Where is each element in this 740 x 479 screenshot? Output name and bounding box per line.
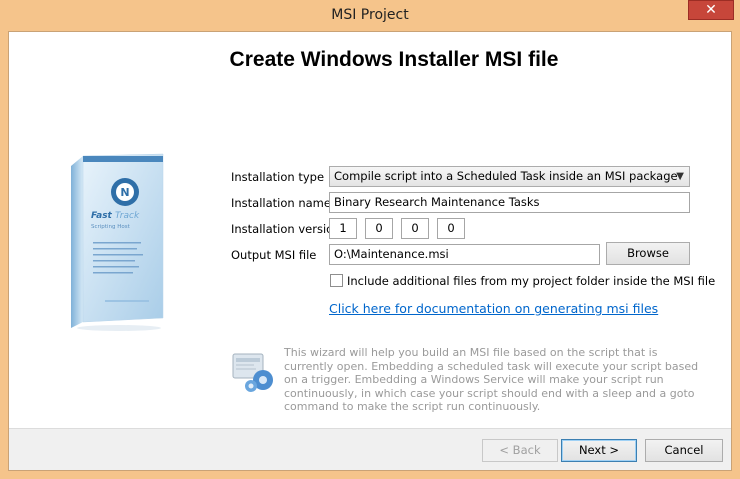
wizard-client-area: Create Windows Installer MSI file N Fast… bbox=[8, 31, 732, 471]
product-brand-line1: Fast bbox=[91, 211, 113, 221]
browse-button[interactable]: Browse bbox=[606, 242, 690, 265]
cancel-button[interactable]: Cancel bbox=[645, 439, 723, 462]
installation-type-value: Compile script into a Scheduled Task ins… bbox=[334, 169, 678, 183]
back-button[interactable]: < Back bbox=[482, 439, 558, 462]
wizard-info-text: This wizard will help you build an MSI f… bbox=[284, 346, 699, 413]
version-build-input[interactable]: 0 bbox=[401, 218, 429, 239]
version-revision-input[interactable]: 0 bbox=[437, 218, 465, 239]
close-button[interactable]: ✕ bbox=[688, 0, 734, 20]
installation-version-label: Installation version bbox=[231, 222, 341, 236]
version-major-input[interactable]: 1 bbox=[329, 218, 357, 239]
wizard-gear-icon bbox=[232, 353, 273, 392]
svg-text:N: N bbox=[120, 186, 129, 199]
include-files-label: Include additional files from my project… bbox=[347, 274, 716, 288]
output-msi-label: Output MSI file bbox=[231, 248, 317, 262]
product-brand-sub: Scripting Host bbox=[91, 224, 131, 230]
next-button[interactable]: Next > bbox=[561, 439, 637, 462]
version-minor-input[interactable]: 0 bbox=[365, 218, 393, 239]
page-title: Create Windows Installer MSI file bbox=[229, 48, 559, 71]
installation-type-label: Installation type bbox=[231, 170, 325, 184]
wizard-footer: < Back Next > Cancel bbox=[9, 428, 731, 470]
installation-name-label: Installation name bbox=[231, 196, 331, 210]
msi-project-window: MSI Project ✕ Create Windows Installer M… bbox=[0, 0, 740, 479]
product-box-image: N Fast Track Scripting Host bbox=[71, 153, 164, 331]
product-brand-line2: Track bbox=[115, 211, 140, 221]
installation-type-select[interactable]: Compile script into a Scheduled Task ins… bbox=[329, 166, 690, 187]
window-title: MSI Project bbox=[331, 7, 409, 23]
installation-name-input[interactable]: Binary Research Maintenance Tasks bbox=[329, 192, 690, 213]
documentation-link[interactable]: Click here for documentation on generati… bbox=[329, 301, 658, 316]
output-msi-input[interactable]: O:\Maintenance.msi bbox=[329, 244, 600, 265]
chevron-down-icon: ▼ bbox=[676, 171, 684, 182]
include-files-checkbox[interactable] bbox=[330, 274, 343, 287]
